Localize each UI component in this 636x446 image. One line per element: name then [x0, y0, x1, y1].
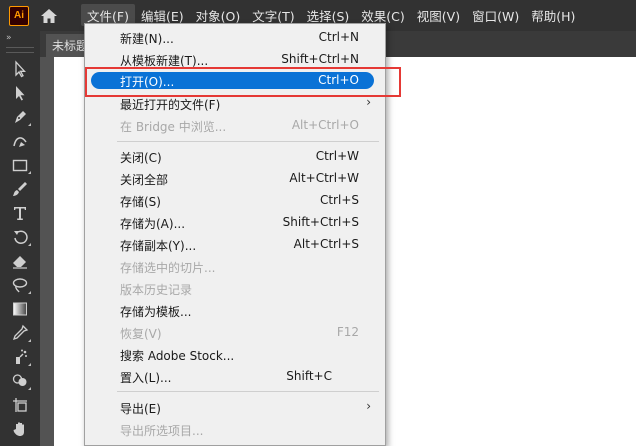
menu-save-selected-slices: 存储选中的切片...: [85, 255, 385, 277]
paintbrush-tool-icon[interactable]: [0, 177, 40, 201]
menu-label: 最近打开的文件(F): [120, 98, 221, 112]
menu-label: 导出所选项目...: [120, 424, 204, 438]
type-tool-icon[interactable]: [0, 201, 40, 225]
menu-separator: [117, 391, 379, 392]
menu-export-selection: 导出所选项目...: [85, 418, 385, 440]
menu-label: 关闭(C): [120, 151, 162, 165]
selection-tool-icon[interactable]: [0, 57, 40, 81]
menu-place[interactable]: 置入(L)... Shift+C: [85, 365, 385, 387]
submenu-arrow-icon: ›: [366, 399, 371, 413]
menu-shortcut: Ctrl+W: [315, 149, 359, 163]
menu-label: 存储为模板...: [120, 305, 192, 319]
menu-separator: [117, 141, 379, 142]
menu-shortcut: Shift+Ctrl+S: [282, 215, 359, 229]
artboard-tool-icon[interactable]: [0, 393, 40, 417]
menu-label: 存储(S): [120, 195, 161, 209]
curvature-tool-icon[interactable]: [0, 129, 40, 153]
menu-version-history: 版本历史记录: [85, 277, 385, 299]
shape-builder-tool-icon[interactable]: [0, 369, 40, 393]
menu-save-copy[interactable]: 存储副本(Y)... Alt+Ctrl+S: [85, 233, 385, 255]
menu-browse-in-bridge: 在 Bridge 中浏览... Alt+Ctrl+O: [85, 114, 385, 136]
pen-tool-icon[interactable]: [0, 105, 40, 129]
menu-shortcut: Alt+Ctrl+O: [291, 118, 359, 132]
menu-revert: 恢复(V) F12: [85, 321, 385, 343]
menu-shortcut: Ctrl+N: [318, 30, 359, 44]
eyedropper-tool-icon[interactable]: [0, 321, 40, 345]
menu-shortcut: Alt+Ctrl+S: [293, 237, 359, 251]
menu-label: 在 Bridge 中浏览...: [120, 120, 227, 134]
eraser-tool-icon[interactable]: [0, 249, 40, 273]
menu-save-as-template[interactable]: 存储为模板...: [85, 299, 385, 321]
hand-tool-icon[interactable]: [0, 417, 40, 441]
menu-label: 存储选中的切片...: [120, 261, 216, 275]
submenu-arrow-icon: ›: [366, 95, 371, 109]
menu-view[interactable]: 视图(V): [411, 4, 466, 26]
menu-help[interactable]: 帮助(H): [525, 4, 581, 26]
lasso-tool-icon[interactable]: [0, 273, 40, 297]
direct-selection-tool-icon[interactable]: [0, 81, 40, 105]
menu-export[interactable]: 导出(E) ›: [85, 396, 385, 418]
panel-grip[interactable]: [6, 47, 34, 53]
menu-label: 关闭全部: [120, 173, 169, 187]
highlight-callout-box: [85, 67, 401, 97]
menu-close[interactable]: 关闭(C) Ctrl+W: [85, 145, 385, 167]
menu-label: 导出(E): [120, 402, 161, 416]
menu-shortcut: Shift+Ctrl+N: [281, 52, 359, 66]
menu-save[interactable]: 存储(S) Ctrl+S: [85, 189, 385, 211]
menu-label: 搜索 Adobe Stock...: [120, 349, 235, 363]
app-logo: Ai: [9, 5, 29, 26]
menu-label: 恢复(V): [120, 327, 162, 341]
menu-label: 版本历史记录: [120, 283, 193, 297]
rotate-tool-icon[interactable]: [0, 225, 40, 249]
menu-shortcut: F12: [336, 325, 359, 339]
tools-panel: »: [0, 31, 40, 446]
menu-shortcut: Ctrl+S: [319, 193, 359, 207]
menu-new[interactable]: 新建(N)... Ctrl+N: [85, 26, 385, 48]
menu-label: 新建(N)...: [120, 32, 174, 46]
menu-close-all[interactable]: 关闭全部 Alt+Ctrl+W: [85, 167, 385, 189]
menu-shortcut: Shift+C: [286, 369, 332, 383]
menu-label: 存储为(A)...: [120, 217, 186, 231]
gradient-tool-icon[interactable]: [0, 297, 40, 321]
collapse-panel-button[interactable]: »: [0, 31, 40, 45]
rectangle-tool-icon[interactable]: [0, 153, 40, 177]
home-icon[interactable]: [39, 6, 59, 26]
menu-search-adobe-stock[interactable]: 搜索 Adobe Stock...: [85, 343, 385, 365]
symbol-sprayer-tool-icon[interactable]: [0, 345, 40, 369]
menu-label: 存储副本(Y)...: [120, 239, 197, 253]
menu-shortcut: Alt+Ctrl+W: [289, 171, 359, 185]
menu-save-as[interactable]: 存储为(A)... Shift+Ctrl+S: [85, 211, 385, 233]
menu-label: 置入(L)...: [120, 371, 172, 385]
menu-window[interactable]: 窗口(W): [466, 4, 525, 26]
